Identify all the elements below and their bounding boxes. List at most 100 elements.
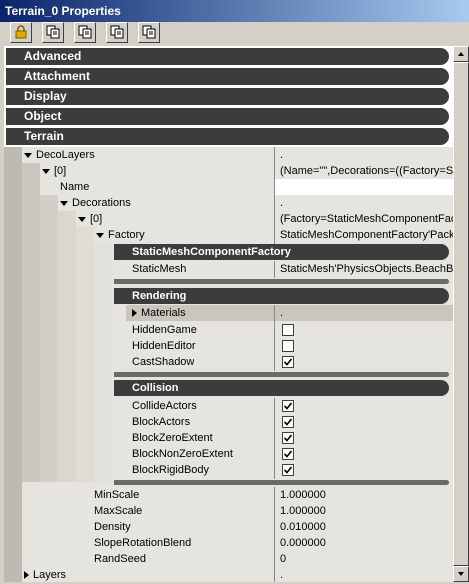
property-grid: Advanced Attachment Display Object Terra… <box>4 46 453 582</box>
row-value[interactable]: StaticMesh'PhysicsObjects.BeachB <box>274 261 453 277</box>
row-index0[interactable]: [0] (Name="",Decorations=((Factory=Sta <box>4 163 453 179</box>
row-label: BlockRigidBody <box>132 464 210 476</box>
category-advanced[interactable]: Advanced <box>6 48 449 65</box>
section-title: Rendering <box>132 290 187 302</box>
category-label: Terrain <box>24 129 64 143</box>
row-randseed[interactable]: RandSeed 0 <box>4 551 453 567</box>
blockactors-checkbox[interactable] <box>282 416 294 428</box>
label-text: DecoLayers <box>36 149 95 161</box>
window-title: Terrain_0 Properties <box>5 4 121 18</box>
column-divider[interactable] <box>274 398 275 479</box>
scroll-up-button[interactable] <box>453 46 469 62</box>
copy-button-2[interactable] <box>74 22 96 43</box>
row-label: MaxScale <box>94 505 143 517</box>
vertical-scrollbar[interactable] <box>453 46 469 582</box>
category-terrain[interactable]: Terrain <box>6 128 449 145</box>
row-density[interactable]: Density 0.010000 <box>4 519 453 535</box>
castshadow-checkbox[interactable] <box>282 356 294 368</box>
row-blocknonzeroextent[interactable]: BlockNonZeroExtent <box>4 446 453 462</box>
row-factory[interactable]: Factory StaticMeshComponentFactory'Pack <box>4 227 453 243</box>
row-minscale[interactable]: MinScale 1.000000 <box>4 487 453 503</box>
row-hiddeneditor[interactable]: HiddenEditor <box>4 338 453 354</box>
row-blockzeroextent[interactable]: BlockZeroExtent <box>4 430 453 446</box>
section-title: StaticMeshComponentFactory <box>132 246 291 258</box>
row-value: . <box>280 569 284 581</box>
label-text: [0] <box>54 165 67 177</box>
expand-arrow-icon[interactable] <box>42 168 50 174</box>
category-attachment[interactable]: Attachment <box>6 68 449 85</box>
expand-arrow-icon[interactable] <box>60 200 68 206</box>
title-bar[interactable]: Terrain_0 Properties <box>0 0 469 22</box>
row-blockrigidbody[interactable]: BlockRigidBody <box>4 462 453 478</box>
expand-arrow-icon[interactable] <box>96 232 104 238</box>
expand-arrow-icon[interactable] <box>24 571 29 580</box>
row-label: BlockActors <box>132 416 191 428</box>
row-sloperotationblend[interactable]: SlopeRotationBlend 0.000000 <box>4 535 453 551</box>
row-label: Materials <box>126 305 278 321</box>
row-decolayers[interactable]: DecoLayers . <box>4 147 453 163</box>
column-divider[interactable] <box>274 261 275 278</box>
row-maxscale[interactable]: MaxScale 1.000000 <box>4 503 453 519</box>
column-divider[interactable] <box>274 305 275 371</box>
copy-icon <box>142 25 156 39</box>
copy-button-1[interactable] <box>42 22 64 43</box>
blocknonzeroextent-checkbox[interactable] <box>282 448 294 460</box>
category-label: Display <box>24 89 67 103</box>
row-hiddengame[interactable]: HiddenGame <box>4 322 453 338</box>
row-label: SlopeRotationBlend <box>94 537 192 549</box>
properties-window: Terrain_0 Properties Advanced Attachment… <box>0 0 469 584</box>
copy-icon <box>110 25 124 39</box>
copy-button-3[interactable] <box>106 22 128 43</box>
row-value: . <box>280 149 284 161</box>
blockrigidbody-checkbox[interactable] <box>282 464 294 476</box>
row-dec-index0[interactable]: [0] (Factory=StaticMeshComponentFact <box>4 211 453 227</box>
checkmark-icon <box>284 418 292 426</box>
lock-button[interactable] <box>10 22 32 43</box>
column-divider[interactable] <box>274 487 275 582</box>
checkmark-icon <box>284 358 292 366</box>
row-layers[interactable]: Layers . <box>4 567 453 582</box>
section-header-collision[interactable]: Collision <box>114 380 449 396</box>
blockzeroextent-checkbox[interactable] <box>282 432 294 444</box>
scroll-thumb[interactable] <box>453 62 469 566</box>
row-decorations[interactable]: Decorations . <box>4 195 453 211</box>
expand-arrow-icon[interactable] <box>78 216 86 222</box>
row-label: Name <box>60 181 90 193</box>
row-value[interactable]: 1.000000 <box>274 503 453 519</box>
row-value: . <box>274 305 453 321</box>
row-value[interactable]: 0.000000 <box>274 535 453 551</box>
hiddengame-checkbox[interactable] <box>282 324 294 336</box>
row-value[interactable]: 0.010000 <box>274 519 453 535</box>
row-label: StaticMesh <box>132 263 187 275</box>
collideactors-checkbox[interactable] <box>282 400 294 412</box>
expand-arrow-icon[interactable] <box>24 152 32 158</box>
category-label: Attachment <box>24 69 91 83</box>
hiddeneditor-checkbox[interactable] <box>282 340 294 352</box>
category-label: Object <box>24 109 62 123</box>
row-materials[interactable]: Materials . <box>4 305 453 321</box>
label-text: Factory <box>108 229 145 241</box>
section-header-staticmeshcomponentfactory[interactable]: StaticMeshComponentFactory <box>114 244 449 260</box>
section-title: Collision <box>132 382 179 394</box>
row-label: [0] <box>78 211 102 227</box>
row-value[interactable]: 0 <box>274 551 453 567</box>
category-display[interactable]: Display <box>6 88 449 105</box>
category-label: Advanced <box>24 49 82 63</box>
row-name[interactable]: Name <box>4 179 453 195</box>
column-divider[interactable] <box>274 147 275 244</box>
row-collideactors[interactable]: CollideActors <box>4 398 453 414</box>
row-castshadow[interactable]: CastShadow <box>4 354 453 370</box>
name-field[interactable] <box>274 179 453 195</box>
expand-arrow-icon[interactable] <box>132 309 137 318</box>
scroll-down-button[interactable] <box>453 566 469 582</box>
section-header-rendering[interactable]: Rendering <box>114 288 449 304</box>
row-label: CollideActors <box>132 400 197 412</box>
section-divider <box>114 480 449 485</box>
row-blockactors[interactable]: BlockActors <box>4 414 453 430</box>
row-value: (Factory=StaticMeshComponentFact <box>280 213 453 225</box>
row-label: Decorations <box>60 195 131 211</box>
category-object[interactable]: Object <box>6 108 449 125</box>
row-value[interactable]: 1.000000 <box>274 487 453 503</box>
row-staticmesh[interactable]: StaticMesh StaticMesh'PhysicsObjects.Bea… <box>4 261 453 277</box>
copy-button-4[interactable] <box>138 22 160 43</box>
